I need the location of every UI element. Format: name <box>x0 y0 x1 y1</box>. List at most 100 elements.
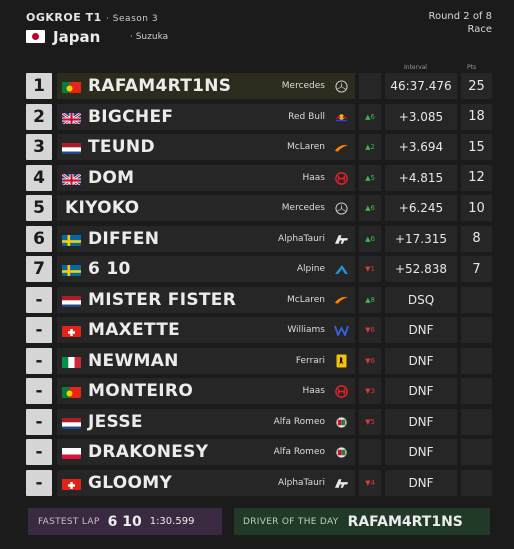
driver-bar: TEUND McLaren <box>57 134 355 160</box>
interval-value: DNF <box>385 439 457 465</box>
positions-gained: ▲6 <box>359 195 381 221</box>
alphatauri-icon <box>334 476 349 491</box>
circuit-name: · Suzuka <box>130 32 169 42</box>
points-value <box>461 317 492 343</box>
mclaren-icon <box>334 293 349 308</box>
driver-bar: DIFFEN AlphaTauri <box>57 225 355 252</box>
interval-value: +4.815 <box>385 164 457 191</box>
fastest-lap-time: 1:30.599 <box>149 516 195 527</box>
driver-name: MONTEIRO <box>88 381 194 401</box>
mercedes-icon <box>334 201 349 216</box>
position-badge: 2 <box>26 103 52 130</box>
driver-bar: MONTEIRO Haas <box>57 378 355 404</box>
table-row: - MISTER FISTER McLaren ▲8 DSQ <box>26 286 492 313</box>
driver-bar: GLOOMY AlphaTauri <box>57 469 355 496</box>
points-value <box>461 378 492 404</box>
poland-flag-icon <box>62 446 81 459</box>
team-name: Alfa Romeo <box>273 416 325 427</box>
position-badge: 6 <box>26 225 52 252</box>
positions-gained: ▲2 <box>359 134 381 160</box>
positions-gained: ▼1 <box>359 256 381 282</box>
points-value: 15 <box>461 134 492 160</box>
table-row: - MONTEIRO Haas ▼3 DNF <box>26 378 492 404</box>
interval-value: DNF <box>385 408 457 435</box>
position-badge: - <box>26 286 52 313</box>
team-name: Alpine <box>296 264 325 274</box>
driver-bar: 6 10 Alpine <box>57 256 355 282</box>
position-badge: - <box>26 378 52 404</box>
fastest-lap-label: FASTEST LAP <box>38 516 100 527</box>
fastest-lap-driver: 6 10 <box>107 513 142 530</box>
positions-gained: ▼3 <box>359 378 381 404</box>
points-value: 25 <box>461 73 492 99</box>
team-name: Mercedes <box>281 203 325 213</box>
portugal-flag-icon <box>62 385 81 398</box>
driver-of-the-day-label: DRIVER OF THE DAY <box>243 516 339 527</box>
positions-gained <box>359 439 381 465</box>
japan-flag-icon <box>26 30 45 43</box>
interval-value: DNF <box>385 469 457 496</box>
sweden-flag-icon <box>62 233 81 246</box>
positions-gained: ▲5 <box>359 164 381 191</box>
table-row: 1 RAFAM4RT1NS Mercedes 46:37.476 25 <box>26 73 492 99</box>
positions-gained: ▼4 <box>359 469 381 496</box>
positions-gained: ▼5 <box>359 408 381 435</box>
driver-name: DIFFEN <box>88 228 160 249</box>
round-indicator: Round 2 of 8 <box>428 11 492 22</box>
interval-value: +3.694 <box>385 134 457 160</box>
driver-name: DOM <box>88 167 135 188</box>
driver-of-the-day-name: RAFAM4RT1NS <box>347 513 463 530</box>
table-row: 3 TEUND McLaren ▲2 +3.694 15 <box>26 134 492 160</box>
position-badge: - <box>26 439 52 465</box>
position-badge: 5 <box>26 195 52 221</box>
points-value <box>461 469 492 496</box>
team-name: Williams <box>287 325 325 335</box>
points-value <box>461 439 492 465</box>
alfaromeo-icon <box>334 445 349 460</box>
italy-flag-icon <box>62 355 81 368</box>
driver-name: TEUND <box>88 137 155 157</box>
points-value <box>461 286 492 313</box>
table-row: 7 6 10 Alpine ▼1 +52.838 7 <box>26 256 492 282</box>
team-name: Red Bull <box>288 111 325 122</box>
points-column-header: Pts <box>467 64 477 71</box>
interval-value: DNF <box>385 347 457 374</box>
team-name: Haas <box>302 172 326 183</box>
williams-icon <box>334 323 349 338</box>
ferrari-icon <box>334 354 349 369</box>
table-row: - DRAKONESY Alfa Romeo DNF <box>26 439 492 465</box>
positions-gained: ▲6 <box>359 225 381 252</box>
team-name: Mercedes <box>281 81 325 91</box>
redbull-icon <box>334 110 349 125</box>
team-name: Haas <box>302 386 326 396</box>
table-row: - NEWMAN Ferrari ▼6 DNF <box>26 347 492 374</box>
position-badge: - <box>26 408 52 435</box>
team-name: McLaren <box>287 142 325 152</box>
interval-value: DNF <box>385 378 457 404</box>
points-value: 12 <box>461 164 492 191</box>
table-row: 5 KIYOKO Mercedes ▲6 +6.245 10 <box>26 195 492 221</box>
points-value <box>461 347 492 374</box>
driver-name: NEWMAN <box>88 350 179 371</box>
table-row: 6 DIFFEN AlphaTauri ▲6 +17.315 8 <box>26 225 492 252</box>
mclaren-icon <box>334 140 349 155</box>
fastest-lap-banner: FASTEST LAP 6 10 1:30.599 <box>28 508 222 535</box>
interval-value: DSQ <box>385 286 457 313</box>
driver-name: GLOOMY <box>88 472 173 493</box>
position-badge: - <box>26 317 52 343</box>
points-value: 10 <box>461 195 492 221</box>
interval-column-header: Interval <box>404 64 427 71</box>
netherlands-flag-icon <box>62 141 81 154</box>
team-name: AlphaTauri <box>277 233 325 244</box>
table-row: - MAXETTE Williams ▼6 DNF <box>26 317 492 343</box>
positions-gained: ▼6 <box>359 347 381 374</box>
driver-of-the-day-banner: DRIVER OF THE DAY RAFAM4RT1NS <box>234 508 490 535</box>
driver-name: MAXETTE <box>88 320 181 340</box>
driver-bar: MAXETTE Williams <box>57 317 355 343</box>
driver-bar: DRAKONESY Alfa Romeo <box>57 439 355 465</box>
interval-value: 46:37.476 <box>385 73 457 99</box>
driver-bar: JESSE Alfa Romeo <box>57 408 355 435</box>
netherlands-flag-icon <box>62 416 81 429</box>
sweden-flag-icon <box>62 263 81 276</box>
driver-name: KIYOKO <box>65 198 140 218</box>
